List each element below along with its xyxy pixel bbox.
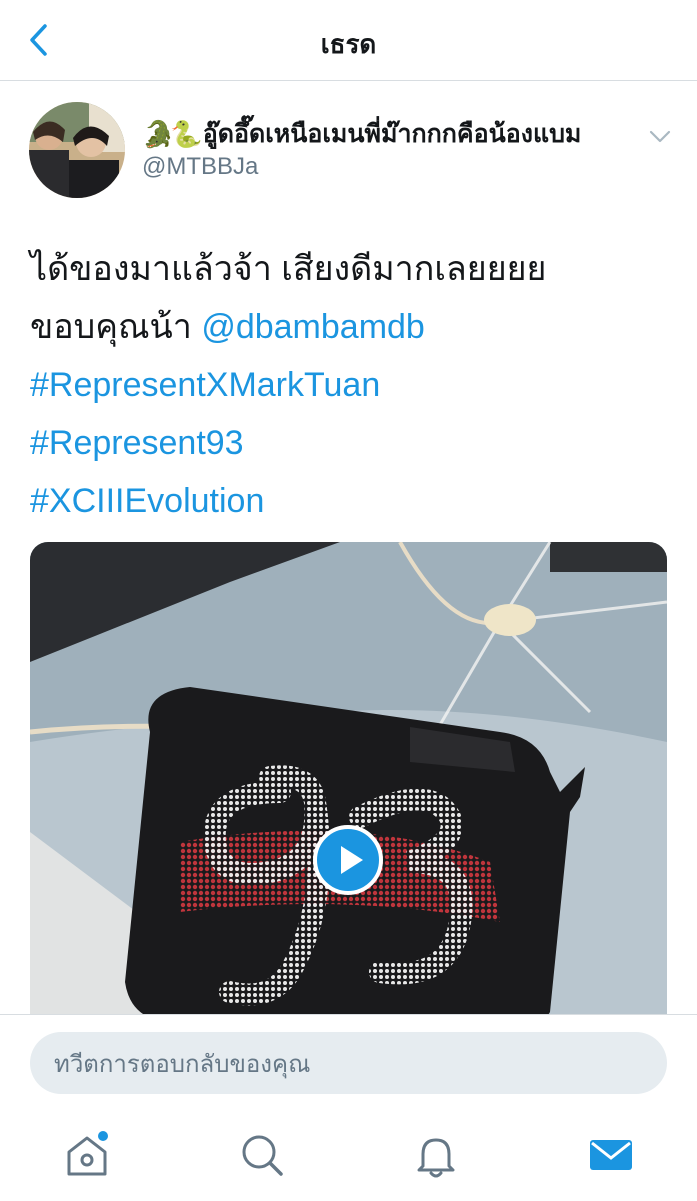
- hashtag-link[interactable]: #Represent93: [30, 414, 670, 472]
- top-nav-bar: เธรด: [0, 0, 697, 81]
- thanks-text: ขอบคุณน้า: [30, 308, 202, 346]
- author-display-name: อู๊ดอึ๊ดเหนือเมนพี่ม๊ากกกคือน้องแบม: [202, 120, 582, 148]
- play-button[interactable]: [312, 824, 384, 896]
- avatar-image: [29, 102, 125, 198]
- video-frame: [30, 542, 667, 1022]
- play-icon: [313, 825, 383, 895]
- hashtag-link[interactable]: #RepresentXMarkTuan: [30, 356, 670, 414]
- tab-home[interactable]: [62, 1130, 112, 1180]
- mail-icon: [590, 1140, 632, 1170]
- tweet-text-line: ได้ของมาแล้วจ้า เสียงดีมากเลยยยย: [30, 250, 547, 288]
- reply-input[interactable]: ทวีตการตอบกลับของคุณ: [30, 1032, 667, 1094]
- avatar[interactable]: [29, 102, 125, 198]
- author-emoji: 🐊🐍: [142, 118, 203, 149]
- home-icon: [67, 1131, 108, 1176]
- tweet-text-line: ขอบคุณน้า @dbambamdb: [30, 298, 670, 356]
- chevron-down-icon: [649, 130, 671, 143]
- video-thumbnail[interactable]: [30, 542, 667, 1022]
- tab-messages[interactable]: [586, 1130, 636, 1180]
- bell-icon: [417, 1138, 455, 1178]
- author-handle[interactable]: @MTBBJa: [142, 153, 258, 181]
- tweet-text: ได้ของมาแล้วจ้า เสียงดีมากเลยยยย ขอบคุณน…: [30, 240, 670, 530]
- mention-link[interactable]: @dbambamdb: [201, 308, 425, 346]
- hashtag-link[interactable]: #XCIIIEvolution: [30, 472, 670, 530]
- tweet-menu-button[interactable]: [646, 124, 674, 148]
- tweet-author[interactable]: 🐊🐍 อู๊ดอึ๊ดเหนือเมนพี่ม๊ากกกคือน้องแบม: [142, 114, 617, 154]
- page-title: เธรด: [320, 29, 377, 59]
- tab-notifications[interactable]: [411, 1130, 461, 1180]
- tab-search[interactable]: [237, 1130, 287, 1180]
- search-icon: [242, 1135, 283, 1176]
